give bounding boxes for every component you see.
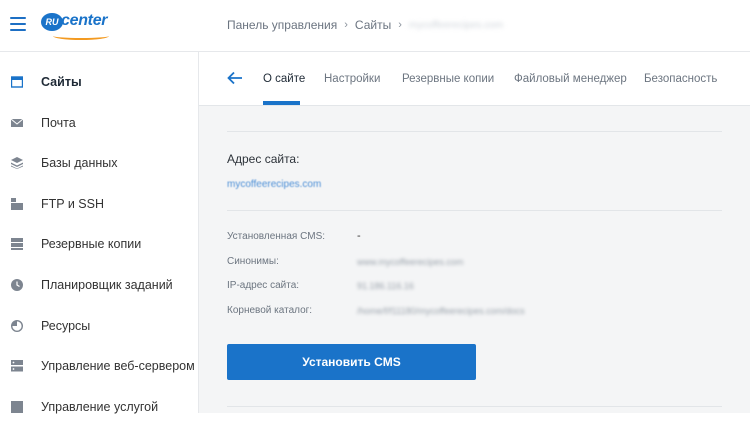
sidebar-item-label: Сайты xyxy=(41,75,82,89)
sidebar-item-label: Базы данных xyxy=(41,156,118,170)
divider xyxy=(227,210,722,211)
sidebar-item-service[interactable]: Управление услугой xyxy=(0,387,198,427)
main-content: О сайте Настройки Резервные копии Файлов… xyxy=(199,52,750,413)
breadcrumb-separator: › xyxy=(344,19,348,31)
sidebar-item-ftp[interactable]: FTP и SSH xyxy=(0,184,198,224)
ru-center-logo[interactable]: RU center xyxy=(41,9,111,41)
root-dir-label: Корневой каталог: xyxy=(227,305,313,316)
sidebar-item-backups[interactable]: Резервные копии xyxy=(0,224,198,264)
tab-file-manager[interactable]: Файловый менеджер xyxy=(514,73,627,85)
sidebar-item-label: Почта xyxy=(41,116,76,130)
cms-value: - xyxy=(357,230,361,242)
sidebar-item-label: Планировщик заданий xyxy=(41,278,173,292)
sidebar-item-scheduler[interactable]: Планировщик заданий xyxy=(0,265,198,305)
site-address-link[interactable]: mycoffeerecipes.com xyxy=(227,179,321,190)
tab-bar: О сайте Настройки Резервные копии Файлов… xyxy=(199,52,750,106)
top-header: RU center Панель управления › Сайты › my… xyxy=(0,0,750,52)
breadcrumb-sites[interactable]: Сайты xyxy=(355,18,391,32)
ftp-icon xyxy=(11,198,23,210)
backup-icon xyxy=(11,238,23,250)
sidebar-item-label: Управление услугой xyxy=(41,400,159,414)
aliases-label: Синонимы: xyxy=(227,256,279,267)
database-icon xyxy=(11,157,23,169)
breadcrumb-separator: › xyxy=(398,19,402,31)
logo-ru: RU xyxy=(41,13,63,31)
logo-swoosh xyxy=(53,32,109,40)
sidebar-item-label: Управление веб-сервером xyxy=(41,359,195,373)
aliases-value: www.mycoffeerecipes.com xyxy=(357,257,464,267)
tab-backups[interactable]: Резервные копии xyxy=(402,73,494,85)
server-icon xyxy=(11,360,23,372)
sidebar-item-label: Ресурсы xyxy=(41,319,91,333)
tab-security[interactable]: Безопасность xyxy=(644,73,717,85)
logo-center: center xyxy=(61,12,108,29)
site-address-label: Адрес сайта: xyxy=(227,152,300,166)
divider xyxy=(227,406,722,407)
sidebar-item-label: FTP и SSH xyxy=(41,197,105,211)
sidebar-item-mail[interactable]: Почта xyxy=(0,103,198,143)
sidebar-item-sites[interactable]: Сайты xyxy=(0,62,198,102)
mail-icon xyxy=(11,118,23,127)
sidebar-item-label: Резервные копии xyxy=(41,237,142,251)
service-icon xyxy=(11,401,23,413)
breadcrumb-dashboard[interactable]: Панель управления xyxy=(227,18,337,32)
tab-settings[interactable]: Настройки xyxy=(324,73,380,85)
active-tab-indicator xyxy=(263,101,300,105)
sidebar-item-resources[interactable]: Ресурсы xyxy=(0,306,198,346)
ip-address-label: IP-адрес сайта: xyxy=(227,280,300,291)
tab-about[interactable]: О сайте xyxy=(263,73,305,85)
sites-icon xyxy=(11,76,23,88)
install-cms-button[interactable]: Установить CMS xyxy=(227,344,476,380)
sidebar-item-webserver[interactable]: Управление веб-сервером xyxy=(0,346,198,386)
breadcrumb: Панель управления › Сайты › mycoffeereci… xyxy=(227,18,503,32)
resources-icon xyxy=(11,320,23,332)
ip-address-value: 91.186.116.16 xyxy=(357,281,414,291)
menu-icon[interactable] xyxy=(10,17,26,31)
sidebar-item-databases[interactable]: Базы данных xyxy=(0,143,198,183)
divider xyxy=(227,131,722,132)
cms-label: Установленная CMS: xyxy=(227,231,326,242)
clock-icon xyxy=(11,279,23,291)
back-arrow-icon[interactable] xyxy=(227,71,243,85)
root-dir-value: /home/f/f11180/mycoffeerecipes.com/docs xyxy=(357,306,525,316)
breadcrumb-current-site: mycoffeerecipes.com xyxy=(408,19,504,31)
sidebar: Сайты Почта Базы данных FTP и SSH Резерв… xyxy=(0,52,199,414)
